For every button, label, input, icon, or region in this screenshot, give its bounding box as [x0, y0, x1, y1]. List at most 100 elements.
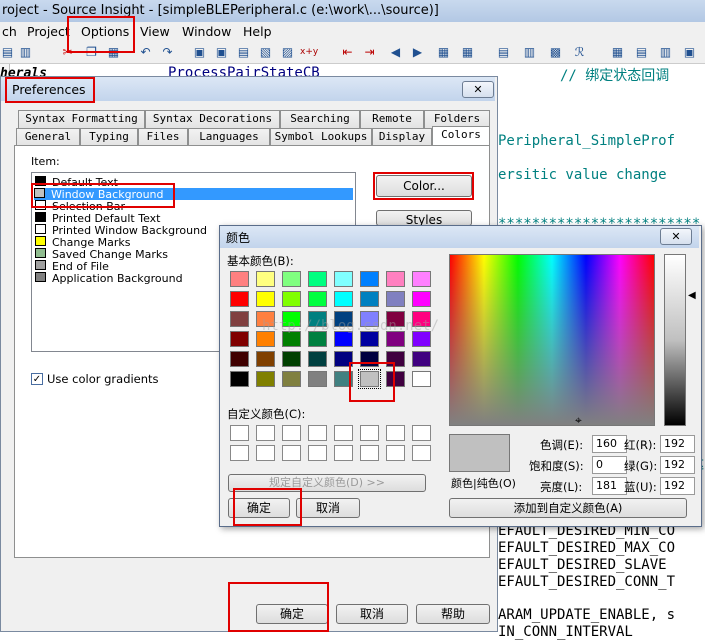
toolbar-icon-15[interactable]: ▤: [634, 45, 649, 60]
custom-color-cell[interactable]: [282, 445, 301, 461]
layout-icon[interactable]: ▦: [610, 45, 625, 60]
toolbar-icon-13[interactable]: ▩: [548, 45, 563, 60]
custom-color-cell[interactable]: [412, 445, 431, 461]
custom-color-cell[interactable]: [308, 445, 327, 461]
preferences-close-button[interactable]: ✕: [462, 81, 494, 98]
custom-color-cell[interactable]: [256, 425, 275, 441]
basic-color-cell[interactable]: [230, 271, 249, 287]
basic-color-cell[interactable]: [230, 291, 249, 307]
menu-item-search[interactable]: ch: [2, 24, 17, 39]
list-item[interactable]: Printed Window Background: [35, 224, 207, 237]
custom-color-cell[interactable]: [386, 445, 405, 461]
basic-color-cell[interactable]: [334, 291, 353, 307]
basic-color-cell[interactable]: [412, 291, 431, 307]
custom-color-cell[interactable]: [334, 445, 353, 461]
menu-item-view[interactable]: View: [140, 24, 170, 39]
tab-syntax-formatting[interactable]: Syntax Formatting: [18, 110, 145, 128]
custom-color-cell[interactable]: [230, 445, 249, 461]
basic-color-cell[interactable]: [412, 371, 431, 387]
custom-color-cell[interactable]: [230, 425, 249, 441]
basic-color-cell[interactable]: [308, 371, 327, 387]
tab-colors[interactable]: Colors: [432, 126, 490, 146]
basic-color-cell[interactable]: [256, 351, 275, 367]
custom-color-cell[interactable]: [334, 425, 353, 441]
toolbar-icon-5[interactable]: ▨: [280, 45, 295, 60]
toolbar-icon-10[interactable]: ▦: [460, 45, 475, 60]
luminance-arrow-icon[interactable]: ◀: [688, 290, 696, 301]
custom-color-cell[interactable]: [282, 425, 301, 441]
toolbar-icon-8[interactable]: ⇥: [362, 45, 377, 60]
basic-color-cell[interactable]: [256, 271, 275, 287]
color-dialog-close-button[interactable]: ✕: [660, 228, 692, 245]
color-cancel-button[interactable]: 取消: [296, 498, 360, 518]
luminance-field[interactable]: 181: [592, 477, 627, 495]
list-item[interactable]: Saved Change Marks: [35, 248, 168, 261]
crosshair-icon[interactable]: ⌖: [575, 414, 582, 426]
hue-field[interactable]: 160: [592, 435, 627, 453]
basic-color-cell[interactable]: [230, 331, 249, 347]
forward-arrow-icon[interactable]: ▶: [410, 45, 425, 60]
saturation-field[interactable]: 0: [592, 456, 627, 474]
toolbar-icon-9[interactable]: ▦: [436, 45, 451, 60]
basic-color-cell[interactable]: [308, 291, 327, 307]
basic-color-cell[interactable]: [282, 291, 301, 307]
color-spectrum[interactable]: [449, 254, 655, 426]
custom-color-cell[interactable]: [360, 445, 379, 461]
tab-display[interactable]: Display: [372, 128, 432, 146]
tab-remote[interactable]: Remote: [360, 110, 424, 128]
toolbar-icon-4[interactable]: ▧: [258, 45, 273, 60]
basic-color-cell[interactable]: [230, 371, 249, 387]
basic-color-cell[interactable]: [230, 351, 249, 367]
basic-color-cell[interactable]: [308, 271, 327, 287]
toolbar-icon-12[interactable]: ▥: [522, 45, 537, 60]
custom-color-cell[interactable]: [308, 425, 327, 441]
tab-languages[interactable]: Languages: [188, 128, 270, 146]
menu-item-project[interactable]: Project: [27, 24, 70, 39]
toolbar-icon-3[interactable]: ▤: [236, 45, 251, 60]
custom-color-cell[interactable]: [412, 425, 431, 441]
tab-searching[interactable]: Searching: [280, 110, 360, 128]
basic-color-cell[interactable]: [386, 291, 405, 307]
custom-color-cell[interactable]: [386, 425, 405, 441]
red-field[interactable]: 192: [660, 435, 695, 453]
basic-color-cell[interactable]: [412, 271, 431, 287]
toolbar-icon-17[interactable]: ▣: [682, 45, 697, 60]
list-item[interactable]: Change Marks: [35, 236, 130, 249]
basic-color-cell[interactable]: [386, 271, 405, 287]
back-arrow-icon[interactable]: ◀: [388, 45, 403, 60]
menu-item-window[interactable]: Window: [182, 24, 231, 39]
toolbar-icon-11[interactable]: ▤: [496, 45, 511, 60]
preferences-help-button[interactable]: 帮助: [416, 604, 490, 624]
printer-icon[interactable]: ▤: [0, 45, 15, 60]
list-item[interactable]: End of File: [35, 260, 109, 273]
list-item[interactable]: Application Background: [35, 272, 183, 285]
custom-color-cell[interactable]: [256, 445, 275, 461]
toolbar-icon-16[interactable]: ▥: [658, 45, 673, 60]
basic-color-cell[interactable]: [256, 291, 275, 307]
toolbar-icon-1[interactable]: ▣: [192, 45, 207, 60]
basic-color-cell[interactable]: [230, 311, 249, 327]
tab-typing[interactable]: Typing: [80, 128, 138, 146]
tab-files[interactable]: Files: [138, 128, 188, 146]
redo-icon[interactable]: ↷: [160, 45, 175, 60]
tab-syntax-decorations[interactable]: Syntax Decorations: [145, 110, 280, 128]
luminance-bar[interactable]: [664, 254, 686, 426]
tab-symbol-lookups[interactable]: Symbol Lookups: [270, 128, 372, 146]
green-field[interactable]: 192: [660, 456, 695, 474]
menu-item-help[interactable]: Help: [243, 24, 272, 39]
toolbar-icon-6[interactable]: x+y: [300, 45, 318, 60]
toolbar-icon-2[interactable]: ▣: [214, 45, 229, 60]
basic-color-cell[interactable]: [412, 351, 431, 367]
undo-icon[interactable]: ↶: [138, 45, 153, 60]
styles-button[interactable]: Styles: [376, 210, 472, 227]
basic-color-cell[interactable]: [282, 371, 301, 387]
toolbar-icon-7[interactable]: ⇤: [340, 45, 355, 60]
basic-color-cell[interactable]: [282, 351, 301, 367]
basic-color-cell[interactable]: [282, 271, 301, 287]
list-item[interactable]: Printed Default Text: [35, 212, 161, 225]
color-dialog-title-bar[interactable]: [220, 226, 699, 248]
basic-color-cell[interactable]: [334, 271, 353, 287]
basic-color-cell[interactable]: [360, 271, 379, 287]
basic-color-cell[interactable]: [308, 351, 327, 367]
toolbar-icon-14[interactable]: ℛ: [572, 45, 587, 60]
